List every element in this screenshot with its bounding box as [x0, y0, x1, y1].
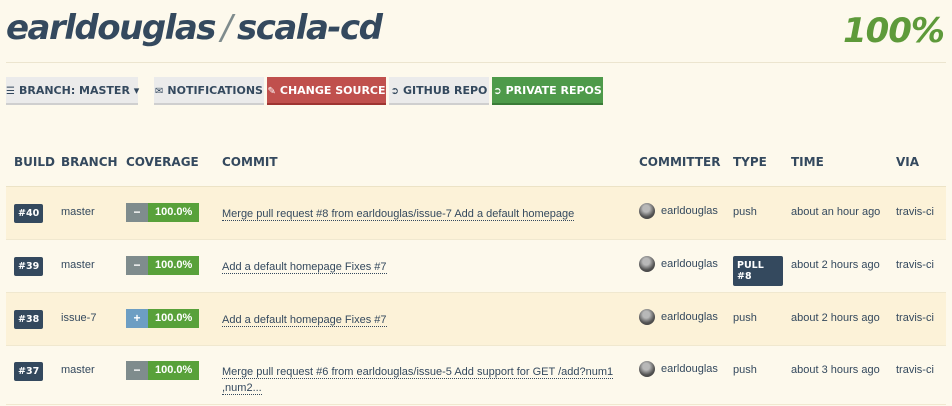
via-cell: travis-ci: [888, 186, 946, 240]
arrow-circle-icon: ➲: [390, 86, 399, 97]
committer: earldouglas: [639, 361, 725, 377]
github-repo-label: GITHUB REPO: [403, 84, 488, 97]
committer: earldouglas: [639, 256, 725, 272]
table-header-row: BUILD BRANCH COVERAGE COMMIT COMMITTER T…: [6, 138, 946, 187]
branch-cell: master: [53, 345, 118, 405]
notifications-button[interactable]: ✉ NOTIFICATIONS: [154, 77, 264, 105]
list-icon: ☰: [6, 86, 15, 97]
coverage-total: 100%: [842, 11, 945, 51]
via-cell: travis-ci: [888, 292, 946, 346]
time-cell: about 3 hours ago: [783, 345, 888, 405]
pull-request-badge[interactable]: PULL #8: [733, 256, 783, 286]
column-header-via: VIA: [888, 138, 946, 187]
table-row[interactable]: #38 issue-7 +100.0% Add a default homepa…: [6, 292, 946, 346]
commit-message-link[interactable]: Add a default homepage Fixes #7: [222, 261, 387, 274]
repo-title: earldouglas / scala-cd: [6, 8, 383, 48]
via-cell: travis-ci: [888, 345, 946, 405]
build-number-link[interactable]: #40: [14, 204, 44, 223]
coverage-value: 100.0%: [148, 309, 200, 328]
minus-icon: −: [126, 203, 148, 222]
coverage-value: 100.0%: [148, 203, 200, 222]
type-cell: push: [725, 292, 783, 346]
commit-message-link[interactable]: Merge pull request #8 from earldouglas/i…: [222, 208, 575, 221]
time-cell: about 2 hours ago: [783, 239, 888, 293]
committer: earldouglas: [639, 203, 725, 219]
commit-message-link[interactable]: Merge pull request #6 from earldouglas/i…: [222, 366, 614, 379]
coverage-badge: −100.0%: [126, 361, 200, 380]
type-cell: push: [725, 345, 783, 405]
table-row[interactable]: #39 master −100.0% Add a default homepag…: [6, 239, 946, 293]
header-divider: [6, 62, 946, 63]
repo-owner-link[interactable]: earldouglas: [6, 8, 217, 48]
github-repo-button[interactable]: ➲ GITHUB REPO: [389, 77, 489, 105]
column-header-coverage: COVERAGE: [118, 138, 214, 187]
coverage-badge: +100.0%: [126, 309, 200, 328]
via-cell: travis-ci: [888, 239, 946, 293]
branch-cell: issue-7: [53, 292, 118, 346]
coverage-badge: −100.0%: [126, 203, 200, 222]
column-header-build: BUILD: [6, 138, 55, 187]
branch-dropdown-label: BRANCH: MASTER ▾: [18, 84, 140, 97]
avatar: [639, 361, 655, 377]
toolbar: ☰ BRANCH: MASTER ▾ ✉ NOTIFICATIONS ✎ CHANGE…: [0, 77, 952, 105]
committer-name: earldouglas: [661, 311, 718, 323]
private-repos-button[interactable]: ➲ PRIVATE REPOS: [492, 77, 603, 105]
table-row[interactable]: #40 master −100.0% Merge pull request #8…: [6, 186, 946, 240]
time-cell: about 2 hours ago: [783, 292, 888, 346]
avatar: [639, 309, 655, 325]
plus-circle-icon: +: [126, 309, 148, 328]
edit-icon: ✎: [267, 86, 276, 97]
build-number-link[interactable]: #38: [14, 310, 44, 329]
build-number-link[interactable]: #39: [14, 257, 44, 276]
committer-name: earldouglas: [661, 363, 718, 375]
change-source-label: CHANGE SOURCE: [279, 84, 386, 97]
title-separator: /: [221, 8, 232, 48]
commit-message-link[interactable]: Add a default homepage Fixes #7: [222, 314, 387, 327]
change-source-button[interactable]: ✎ CHANGE SOURCE: [267, 77, 386, 105]
branch-dropdown-button[interactable]: ☰ BRANCH: MASTER ▾: [6, 77, 140, 105]
build-number-link[interactable]: #37: [14, 362, 44, 381]
committer-name: earldouglas: [661, 205, 718, 217]
notifications-label: NOTIFICATIONS: [167, 84, 263, 97]
column-header-type: TYPE: [725, 138, 783, 187]
avatar: [639, 256, 655, 272]
coverage-badge: −100.0%: [126, 256, 200, 275]
committer: earldouglas: [639, 309, 725, 325]
column-header-committer: COMMITTER: [631, 138, 725, 187]
private-repos-label: PRIVATE REPOS: [505, 84, 602, 97]
column-header-commit: COMMIT: [214, 138, 631, 187]
branch-cell: master: [53, 186, 118, 240]
minus-icon: −: [126, 256, 148, 275]
column-header-time: TIME: [783, 138, 888, 187]
minus-icon: −: [126, 361, 148, 380]
arrow-circle-icon: ➲: [493, 86, 502, 97]
table-row[interactable]: #37 master −100.0% Merge pull request #6…: [6, 345, 946, 405]
repo-name-link[interactable]: scala-cd: [237, 8, 383, 48]
time-cell: about an hour ago: [783, 186, 888, 240]
page-header: earldouglas / scala-cd 100%: [0, 0, 952, 62]
coverage-value: 100.0%: [148, 361, 200, 380]
column-header-branch: BRANCH: [53, 138, 118, 187]
type-cell: push: [725, 186, 783, 240]
commit-message-continuation[interactable]: ,num2...: [222, 382, 262, 395]
builds-table: BUILD BRANCH COVERAGE COMMIT COMMITTER T…: [6, 138, 946, 405]
committer-name: earldouglas: [661, 258, 718, 270]
avatar: [639, 203, 655, 219]
coverage-value: 100.0%: [148, 256, 200, 275]
branch-cell: master: [53, 239, 118, 293]
envelope-icon: ✉: [155, 86, 164, 97]
